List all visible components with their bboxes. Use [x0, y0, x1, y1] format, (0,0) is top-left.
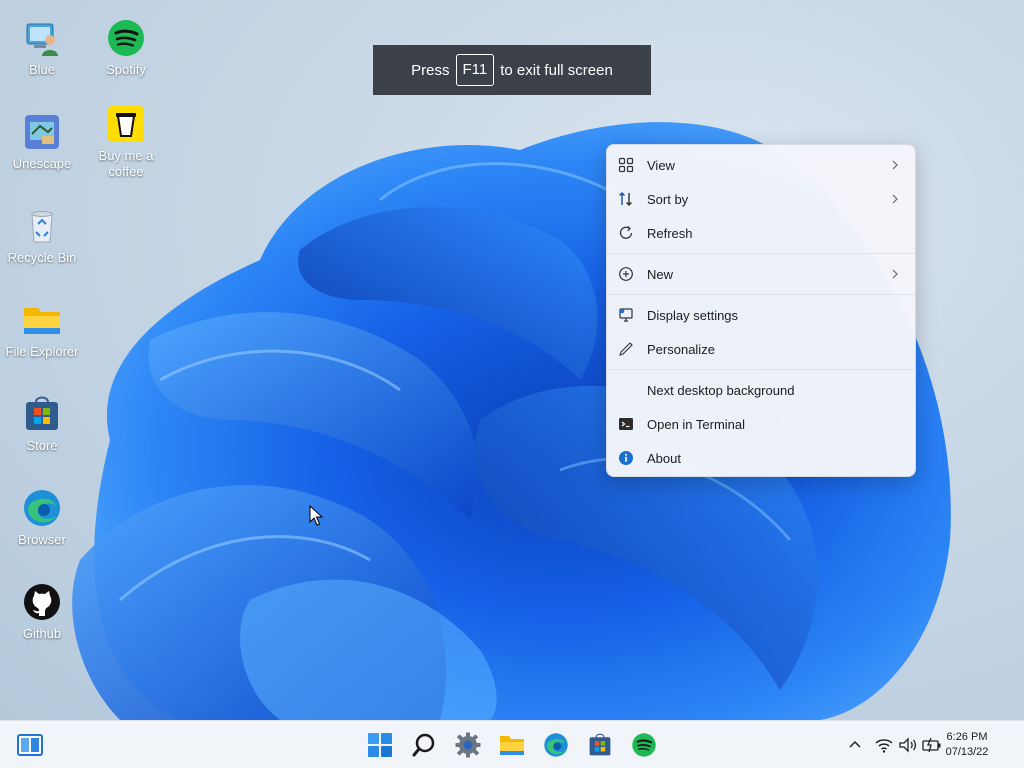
- coffee-cup-icon: [106, 104, 146, 144]
- sort-arrows-icon: [619, 192, 632, 206]
- desktop-icon-label: Browser: [18, 532, 66, 547]
- desktop-icon-spotify[interactable]: Spotify: [84, 18, 168, 78]
- fullscreen-hint-prefix: Press: [411, 61, 450, 79]
- taskbar: 6:26 PM 07/13/22: [0, 720, 1024, 768]
- desktop-icon-label: Github: [22, 626, 62, 641]
- menu-item-next-desktop-background[interactable]: Next desktop background: [607, 373, 915, 407]
- menu-item-label: Display settings: [647, 307, 739, 323]
- folder-icon: [22, 300, 62, 340]
- desktop-icon-file-explorer[interactable]: File Explorer: [0, 300, 84, 360]
- f11-key-badge: F11: [455, 54, 495, 86]
- store-icon: [589, 733, 611, 756]
- file-explorer-icon: [500, 736, 524, 755]
- store-icon: [22, 394, 62, 434]
- menu-item-about[interactable]: About: [607, 441, 915, 475]
- display-icon: [619, 308, 633, 322]
- menu-separator: [607, 369, 915, 370]
- settings-gear-icon: [455, 732, 481, 758]
- desktop-icon-blue[interactable]: Blue: [0, 18, 84, 78]
- grid-icon: [618, 157, 634, 173]
- wifi-icon[interactable]: [874, 735, 894, 755]
- menu-item-refresh[interactable]: Refresh: [607, 216, 915, 250]
- pen-icon: [619, 342, 633, 356]
- menu-item-label: Refresh: [647, 225, 693, 241]
- menu-item-view[interactable]: View: [607, 148, 915, 182]
- spotify-button[interactable]: [628, 729, 660, 761]
- desktop-icon-github[interactable]: Github: [0, 582, 84, 642]
- edge-icon: [22, 488, 62, 528]
- desktop-icon-browser[interactable]: Browser: [0, 488, 84, 548]
- chevron-right-icon: [892, 194, 898, 204]
- unescape-icon: [22, 112, 62, 152]
- info-icon: [619, 451, 633, 465]
- menu-item-label: Personalize: [647, 341, 715, 357]
- desktop-icon-label: Unescape: [12, 156, 72, 171]
- desktop-icon-label: Store: [26, 438, 58, 453]
- menu-item-new[interactable]: New: [607, 257, 915, 291]
- search-icon: [412, 733, 435, 757]
- chevron-right-icon: [892, 269, 898, 279]
- volume-icon[interactable]: [898, 735, 918, 755]
- menu-item-label: View: [647, 157, 675, 173]
- desktop[interactable]: Blue Spotify Unescape Buy me a coffee Re…: [0, 0, 1024, 720]
- menu-item-label: Next desktop background: [647, 382, 795, 398]
- clock-time: 6:26 PM: [946, 731, 988, 743]
- search-button[interactable]: [408, 729, 440, 761]
- desktop-icon-label: Blue: [28, 62, 56, 77]
- mouse-cursor-icon: [309, 505, 323, 526]
- spotify-icon: [632, 733, 656, 757]
- github-icon: [22, 582, 62, 622]
- spotify-icon: [106, 18, 146, 58]
- desktop-icon-label: Recycle Bin: [7, 250, 77, 265]
- desktop-icon-unescape[interactable]: Unescape: [0, 112, 84, 172]
- recycle-bin-icon: [22, 206, 62, 246]
- fullscreen-hint-suffix: to exit full screen: [500, 61, 613, 79]
- desktop-icon-store[interactable]: Store: [0, 394, 84, 454]
- widgets-icon: [17, 734, 43, 756]
- desktop-icon-label: Buy me a coffee: [98, 148, 154, 179]
- taskbar-clock[interactable]: 6:26 PM 07/13/22: [932, 730, 1002, 760]
- menu-item-label: Sort by: [647, 191, 689, 207]
- clock-date: 07/13/22: [945, 746, 989, 758]
- widgets-button[interactable]: [14, 729, 46, 761]
- plus-circle-icon: [619, 267, 633, 281]
- monitor-user-icon: [22, 18, 62, 58]
- menu-separator: [607, 294, 915, 295]
- menu-item-label: New: [647, 266, 674, 282]
- menu-separator: [607, 253, 915, 254]
- menu-item-label: About: [647, 450, 681, 466]
- menu-item-label: Open in Terminal: [647, 416, 746, 432]
- menu-item-personalize[interactable]: Personalize: [607, 332, 915, 366]
- file-explorer-button[interactable]: [496, 729, 528, 761]
- settings-button[interactable]: [452, 729, 484, 761]
- terminal-icon: [619, 418, 633, 430]
- desktop-icon-label: File Explorer: [5, 344, 79, 359]
- menu-item-display-settings[interactable]: Display settings: [607, 298, 915, 332]
- desktop-icon-recycle-bin[interactable]: Recycle Bin: [0, 206, 84, 266]
- chevron-up-icon[interactable]: [845, 735, 865, 755]
- refresh-icon: [619, 225, 633, 239]
- desktop-icon-label: Spotify: [106, 62, 146, 77]
- edge-icon: [544, 733, 568, 757]
- desktop-context-menu: View Sort by Refresh New Display setting…: [606, 144, 916, 477]
- store-button[interactable]: [584, 729, 616, 761]
- browser-button[interactable]: [540, 729, 572, 761]
- menu-item-sort-by[interactable]: Sort by: [607, 182, 915, 216]
- start-icon: [368, 733, 392, 757]
- fullscreen-hint: Press F11 to exit full screen: [373, 45, 651, 95]
- start-button[interactable]: [364, 729, 396, 761]
- desktop-icon-buy-me-a-coffee[interactable]: Buy me a coffee: [84, 104, 168, 180]
- chevron-right-icon: [892, 160, 898, 170]
- menu-item-open-in-terminal[interactable]: Open in Terminal: [607, 407, 915, 441]
